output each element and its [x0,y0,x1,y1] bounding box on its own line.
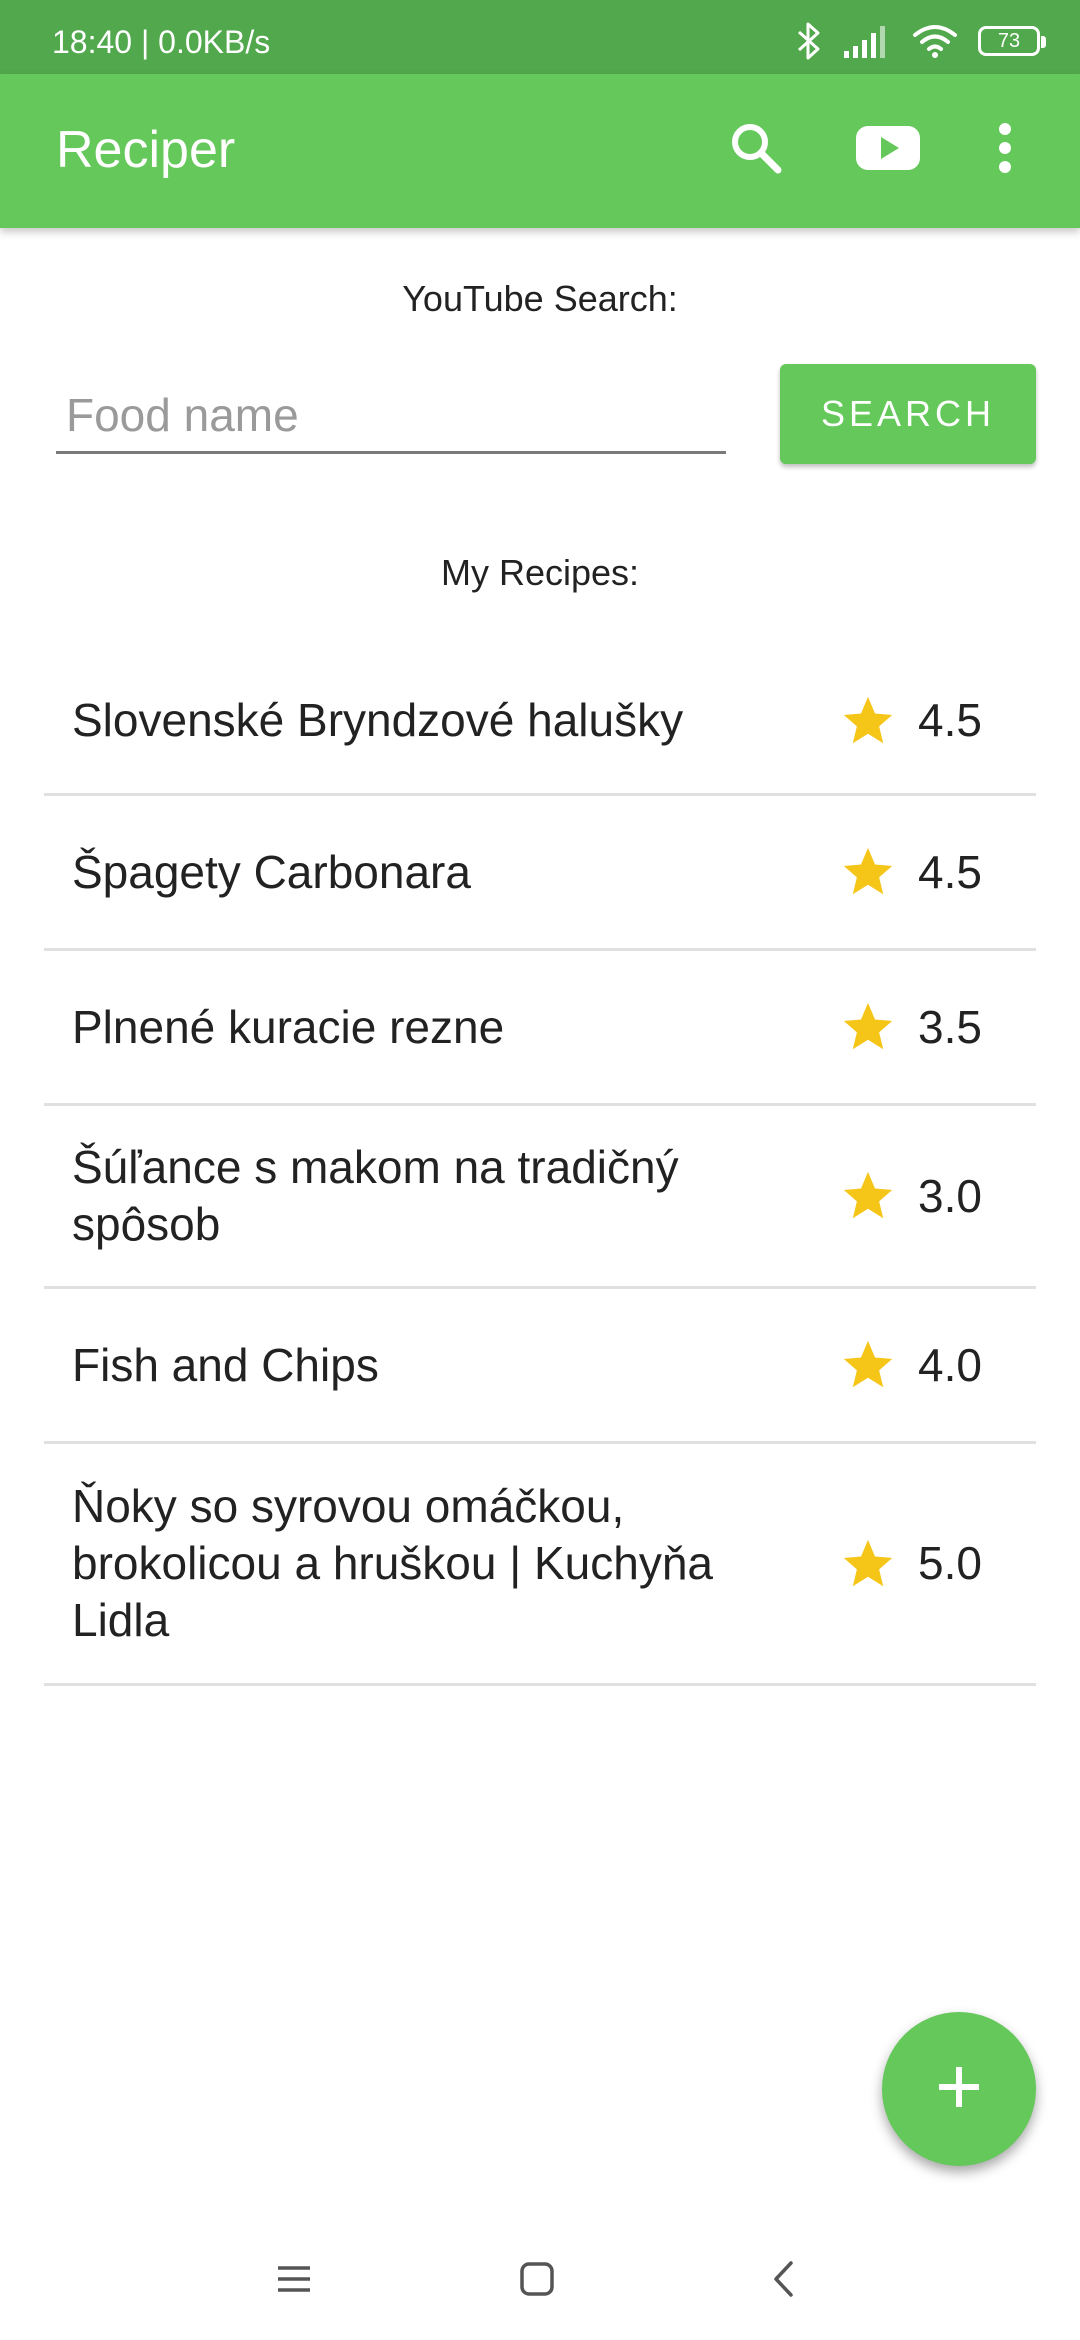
youtube-icon [856,125,920,175]
youtube-search-label: YouTube Search: [402,278,678,319]
recipe-name: Slovenské Bryndzové halušky [72,694,684,746]
more-options-button[interactable] [955,100,1055,200]
recipe-name: Špagety Carbonara [72,846,471,898]
search-button-appbar[interactable] [706,100,806,200]
status-time: 18:40 | 0.0KB/s [52,24,271,60]
recipe-list-item[interactable]: Fish and Chips 4.0 [44,1289,1036,1444]
youtube-button[interactable] [838,100,938,200]
recipe-rating: 4.0 [918,1339,982,1391]
back-button[interactable] [748,2246,818,2316]
star-icon [839,1535,897,1593]
recipe-rating: 4.5 [918,846,982,898]
star-icon [839,692,897,750]
battery-icon: 73 [978,26,1046,56]
recipe-list-item[interactable]: Špagety Carbonara 4.5 [44,796,1036,951]
bluetooth-icon [796,21,822,61]
battery-level: 73 [997,29,1021,52]
search-button[interactable]: SEARCH [780,364,1036,464]
app-bar: Reciper [0,74,1080,228]
add-recipe-button[interactable] [882,2012,1036,2166]
recipe-rating: 3.0 [918,1170,982,1222]
recipe-name: Šúľance s makom na tradičný spôsob [72,1141,679,1250]
recent-apps-button[interactable] [259,2246,329,2316]
more-vert-icon [997,122,1013,179]
home-icon [519,2261,555,2302]
star-icon [839,1167,897,1225]
recipe-name: Plnené kuracie rezne [72,1001,505,1053]
back-icon [771,2260,795,2303]
recipe-list-item[interactable]: Slovenské Bryndzové halušky 4.5 [44,648,1036,796]
recipe-rating: 3.5 [918,1001,982,1053]
star-icon [839,1336,897,1394]
recipe-rating: 4.5 [918,694,982,746]
navigation-bar [0,2222,1080,2340]
recipe-list-item[interactable]: Plnené kuracie rezne 3.5 [44,951,1036,1106]
recipe-name: Fish and Chips [72,1339,379,1391]
add-icon [935,2063,983,2116]
recipe-list-item[interactable]: Ňoky so syrovou omáčkou, brokolicou a hr… [44,1444,1036,1686]
signal-icon [842,24,892,58]
wifi-icon [912,23,958,59]
food-name-input[interactable] [56,378,726,454]
my-recipes-label: My Recipes: [440,552,640,593]
recipe-list: Slovenské Bryndzové halušky 4.5 Špagety … [44,648,1036,1686]
recipe-list-item[interactable]: Šúľance s makom na tradičný spôsob 3.0 [44,1106,1036,1289]
recipe-rating: 5.0 [918,1537,982,1589]
menu-icon [276,2264,312,2299]
status-icons: 73 [796,18,1046,64]
recipe-name: Ňoky so syrovou omáčkou, brokolicou a hr… [72,1480,713,1646]
star-icon [839,843,897,901]
app-title: Reciper [56,121,236,179]
home-button[interactable] [502,2246,572,2316]
star-icon [839,998,897,1056]
search-icon [728,120,784,181]
status-bar: 18:40 | 0.0KB/s 73 [0,0,1080,74]
screen: 18:40 | 0.0KB/s 73 Reciper YouTube Searc… [0,0,1080,2340]
